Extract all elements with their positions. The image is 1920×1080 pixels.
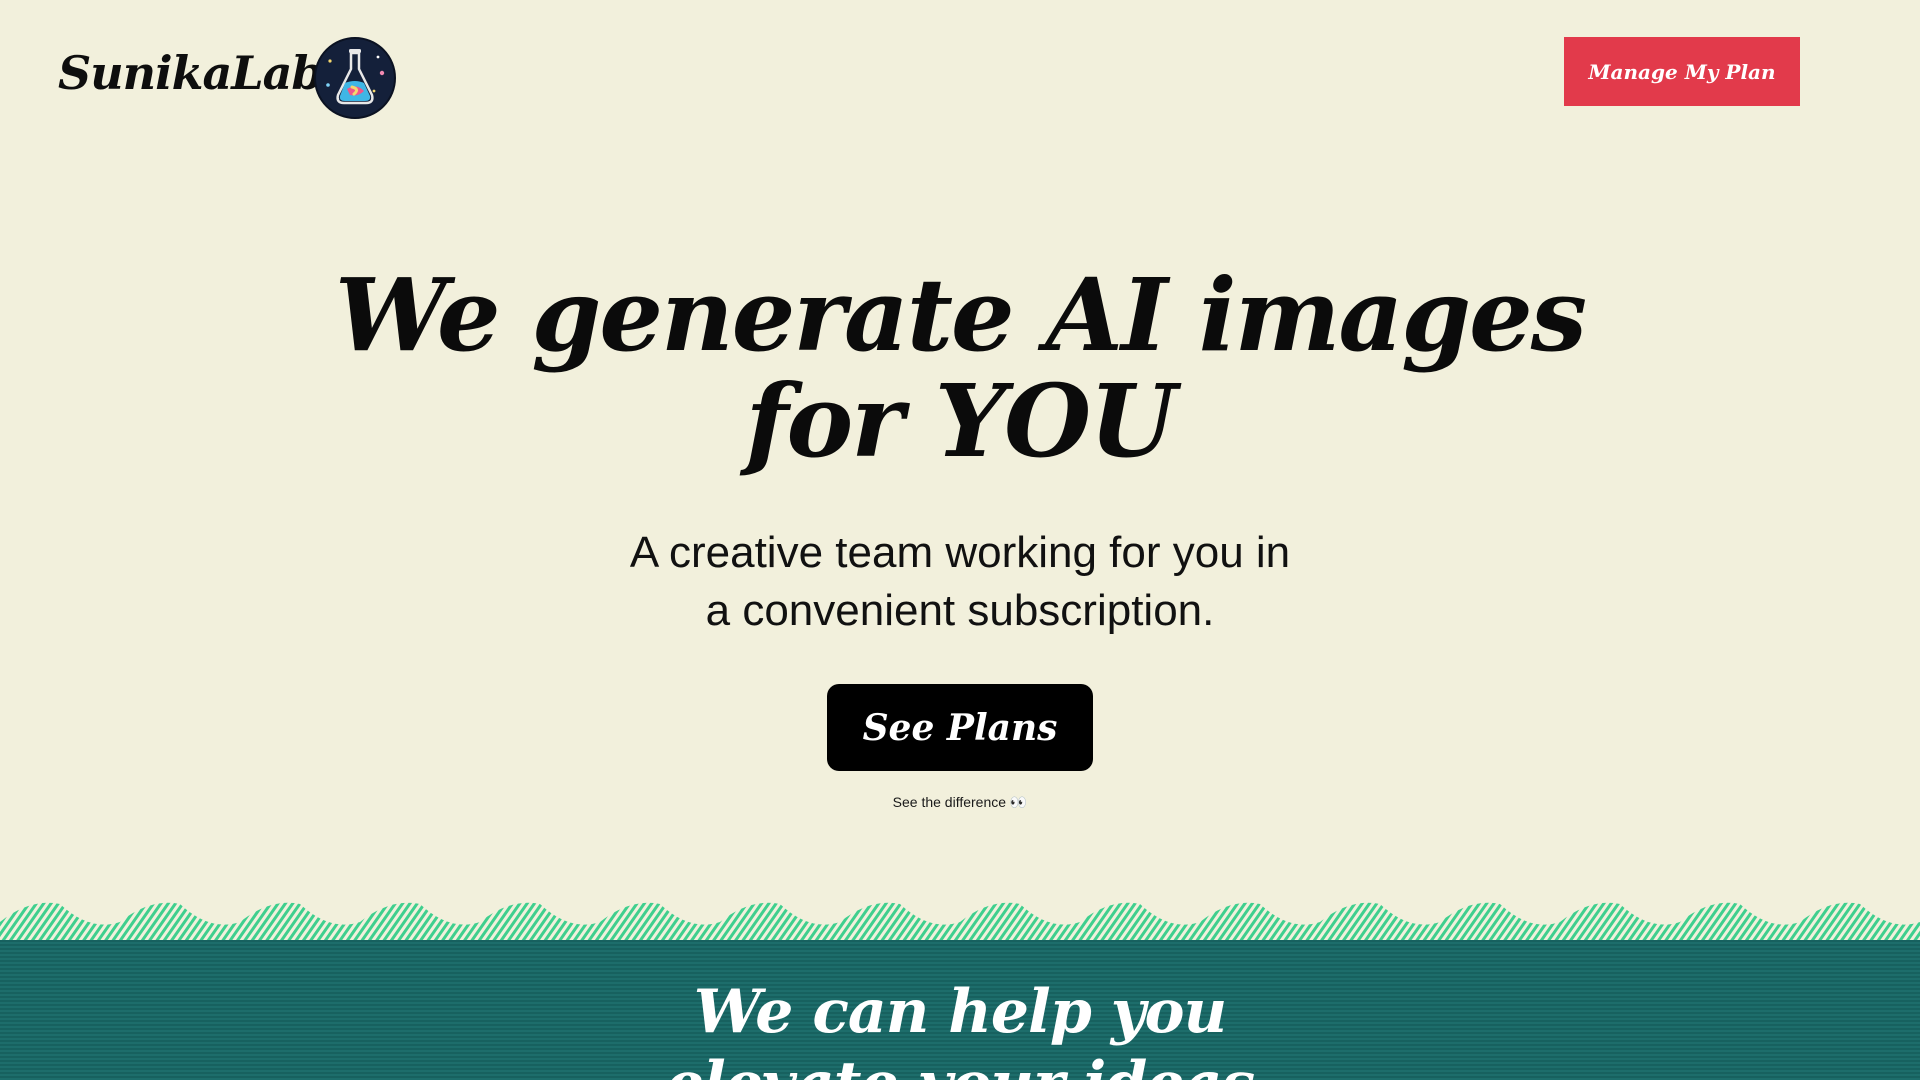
manage-plan-button[interactable]: Manage My Plan [1564,37,1800,106]
flask-icon[interactable] [314,37,396,119]
wave-divider [0,902,1920,942]
hero-title: We generate AI images for YOU [0,262,1920,474]
hero-subtitle-line-1: A creative team working for you in [629,528,1291,577]
hero-title-line-1: We generate AI images [334,256,1587,374]
section-title-line-2: elevate your ideas [0,1048,1920,1080]
brand-logo-text[interactable]: SunikaLabs [58,46,348,100]
hero-subtitle-line-2: a convenient subscription. [705,586,1215,635]
see-difference-link[interactable]: See the difference 👀 [0,794,1920,811]
see-plans-button[interactable]: See Plans [827,684,1093,771]
hero-title-line-2: for YOU [745,362,1177,480]
section-title-line-1: We can help you [693,977,1227,1047]
site-header: SunikaLabs Manage My Plan [0,0,1920,160]
features-band: We can help you elevate your ideas [0,940,1920,1080]
section-title: We can help you elevate your ideas [0,976,1920,1080]
hero-subtitle: A creative team working for you in a con… [0,524,1920,640]
